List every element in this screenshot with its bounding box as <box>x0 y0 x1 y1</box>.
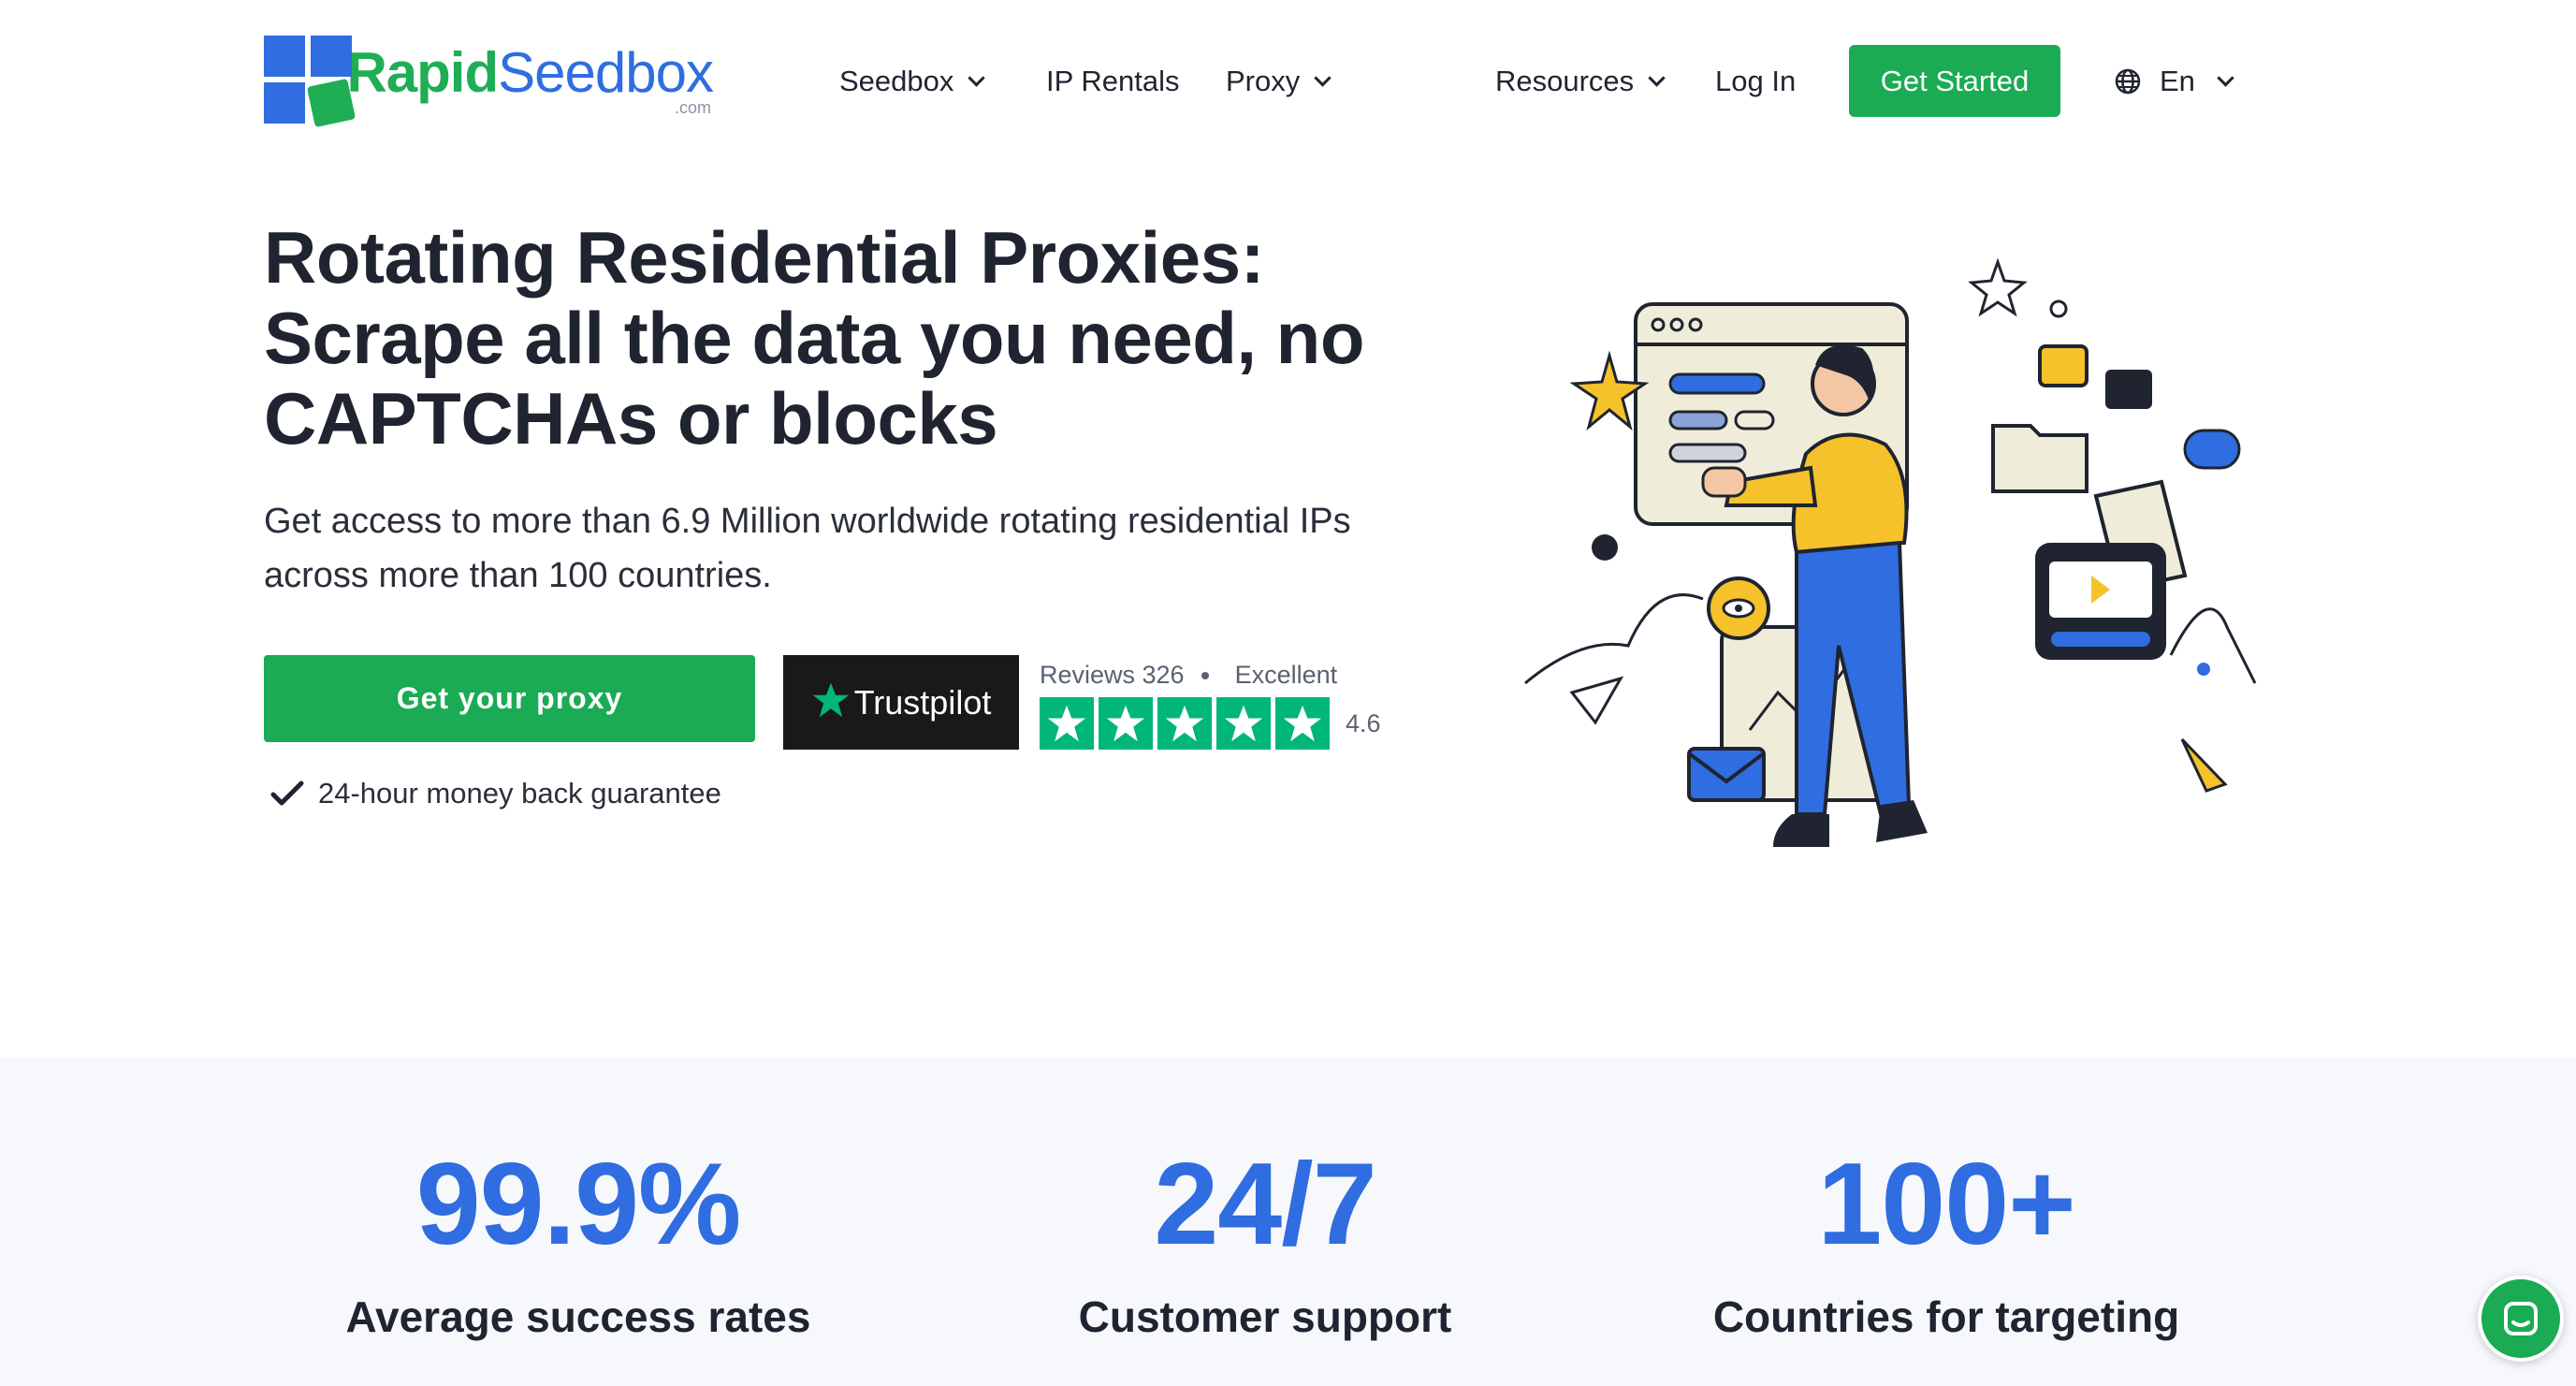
language-selector[interactable]: En <box>2115 60 2234 103</box>
hero-title: Rotating Residential Proxies: Scrape all… <box>264 217 1452 459</box>
stat-value: 100+ <box>1817 1140 2075 1269</box>
stats-section: 99.9% Average success rates 24/7 Custome… <box>0 1058 2576 1386</box>
hero-subtitle: Get access to more than 6.9 Million worl… <box>264 502 1351 595</box>
chevron-down-icon <box>2217 68 2234 87</box>
chevron-down-icon <box>968 68 986 87</box>
star-icon <box>1099 697 1153 750</box>
trustpilot-stars: 4.6 <box>1040 697 1381 750</box>
chat-launcher-button[interactable] <box>2478 1276 2564 1362</box>
guarantee-text: 24-hour money back guarantee <box>318 777 721 810</box>
nav-item-label: Resources <box>1495 65 1635 97</box>
logo-suffix: .com <box>674 98 711 117</box>
nav-item-proxy[interactable]: Proxy <box>1226 60 1332 103</box>
trustpilot-brand: Trustpilot <box>853 682 992 722</box>
rapidseedbox-logo[interactable]: RapidSeedbox .com <box>264 34 714 128</box>
nav-item-label: Seedbox <box>839 65 954 97</box>
stat-label: Customer support <box>1078 1292 1452 1341</box>
star-icon <box>1216 697 1271 750</box>
stat-label: Average success rates <box>345 1292 811 1341</box>
chevron-down-icon <box>1648 68 1666 87</box>
top-navigation: RapidSeedbox .com Seedbox IP Rentals Pro… <box>0 0 2576 164</box>
nav-item-label: IP Rentals <box>1046 65 1180 97</box>
stat-label: Countries for targeting <box>1712 1292 2180 1341</box>
stat-value: 99.9% <box>415 1140 742 1269</box>
logo-text-rapid: Rapid <box>346 41 499 104</box>
trustpilot-score: 4.6 <box>1346 708 1381 737</box>
nav-item-resources[interactable]: Resources <box>1495 60 1666 103</box>
nav-item-label: Log In <box>1715 65 1797 97</box>
language-label: En <box>2160 65 2195 97</box>
nav-item-seedbox[interactable]: Seedbox <box>839 60 986 103</box>
star-icon <box>1157 697 1212 750</box>
chat-icon <box>2504 1302 2538 1335</box>
nav-item-ip-rentals[interactable]: IP Rentals <box>1046 60 1179 103</box>
stat-value: 24/7 <box>1154 1140 1376 1269</box>
hero-illustration <box>1524 257 2257 847</box>
nav-item-label: Proxy <box>1226 65 1301 97</box>
star-icon <box>1040 697 1094 750</box>
globe-icon <box>2115 68 2141 95</box>
trustpilot-meta: Reviews 326 Excellent <box>1040 661 1337 690</box>
logo-mark-icon <box>264 36 357 128</box>
money-back-guarantee: 24-hour money back guarantee <box>269 773 721 814</box>
logo-text-seedbox: Seedbox <box>498 41 714 104</box>
star-icon <box>1275 697 1330 750</box>
chevron-down-icon <box>1314 68 1332 87</box>
get-started-button[interactable]: Get Started <box>1849 45 2060 117</box>
get-your-proxy-button[interactable]: Get your proxy <box>264 655 755 742</box>
nav-item-log-in[interactable]: Log In <box>1715 60 1796 103</box>
checkmark-icon <box>270 781 304 806</box>
trustpilot-reviews-count: Reviews 326 <box>1040 661 1185 689</box>
hero-title-line-3: CAPTCHAs or blocks <box>264 377 998 460</box>
hero-title-line-1: Rotating Residential Proxies: <box>264 216 1265 299</box>
trustpilot-star-icon <box>812 682 849 717</box>
separator-dot <box>1201 671 1209 679</box>
trustpilot-badge[interactable]: Trustpilot <box>783 655 1019 750</box>
hero-title-line-2: Scrape all the data you need, no <box>264 297 1364 379</box>
trustpilot-rating-text: Excellent <box>1234 661 1338 689</box>
